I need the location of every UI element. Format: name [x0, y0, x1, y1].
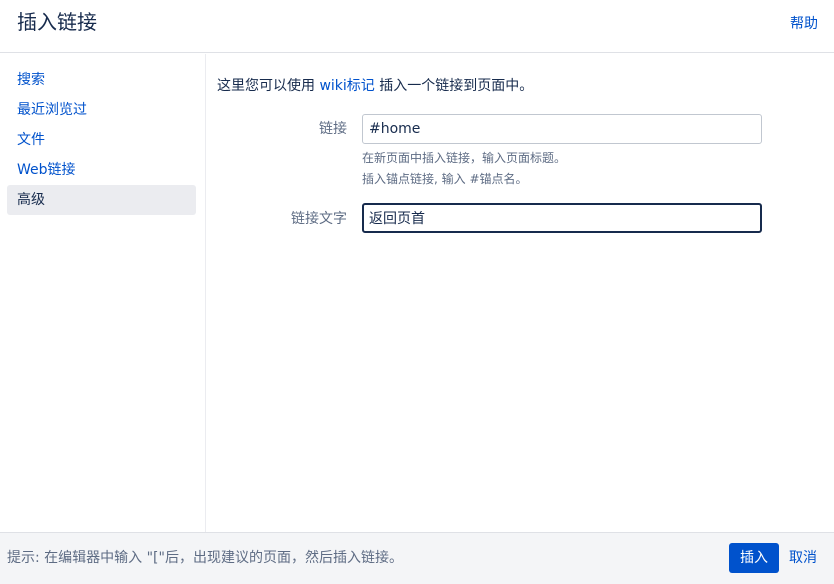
sidebar-item-files[interactable]: 文件	[7, 125, 196, 155]
link-text-field-label: 链接文字	[291, 211, 347, 227]
link-hint-anchor: 插入锚点链接, 输入 #锚点名。	[362, 172, 528, 186]
intro-prefix: 这里您可以使用	[217, 78, 320, 94]
wiki-markup-link[interactable]: wiki标记	[319, 78, 374, 94]
dialog-title: 插入链接	[17, 10, 97, 34]
sidebar-item-advanced[interactable]: 高级	[7, 185, 196, 215]
link-hint-page-title: 在新页面中插入链接，输入页面标题。	[362, 151, 567, 165]
advanced-panel: 这里您可以使用 wiki标记 插入一个链接到页面中。 链接 在新页面中插入链接，…	[207, 54, 834, 532]
link-input[interactable]	[362, 114, 762, 144]
cancel-button[interactable]: 取消	[783, 543, 823, 573]
help-link[interactable]: 帮助	[790, 14, 818, 34]
link-field-label: 链接	[319, 121, 347, 137]
sidebar: 搜索 最近浏览过 文件 Web链接 高级	[0, 54, 206, 532]
insert-link-dialog: 插入链接 帮助 搜索 最近浏览过 文件 Web链接 高级 这里您可以使用 wik…	[0, 0, 834, 584]
sidebar-item-recently-viewed[interactable]: 最近浏览过	[7, 95, 196, 125]
dialog-footer: 提示: 在编辑器中输入 "["后，出现建议的页面，然后插入链接。 插入 取消	[0, 532, 834, 584]
intro-text: 这里您可以使用 wiki标记 插入一个链接到页面中。	[217, 74, 533, 98]
insert-button[interactable]: 插入	[729, 543, 779, 573]
intro-suffix: 插入一个链接到页面中。	[374, 78, 534, 94]
link-text-input[interactable]	[362, 203, 762, 233]
sidebar-item-web-link[interactable]: Web链接	[7, 155, 196, 185]
sidebar-nav: 搜索 最近浏览过 文件 Web链接 高级	[0, 54, 205, 215]
footer-tip: 提示: 在编辑器中输入 "["后，出现建议的页面，然后插入链接。	[7, 550, 403, 566]
sidebar-item-search[interactable]: 搜索	[7, 65, 196, 95]
dialog-header: 插入链接 帮助	[0, 0, 834, 53]
